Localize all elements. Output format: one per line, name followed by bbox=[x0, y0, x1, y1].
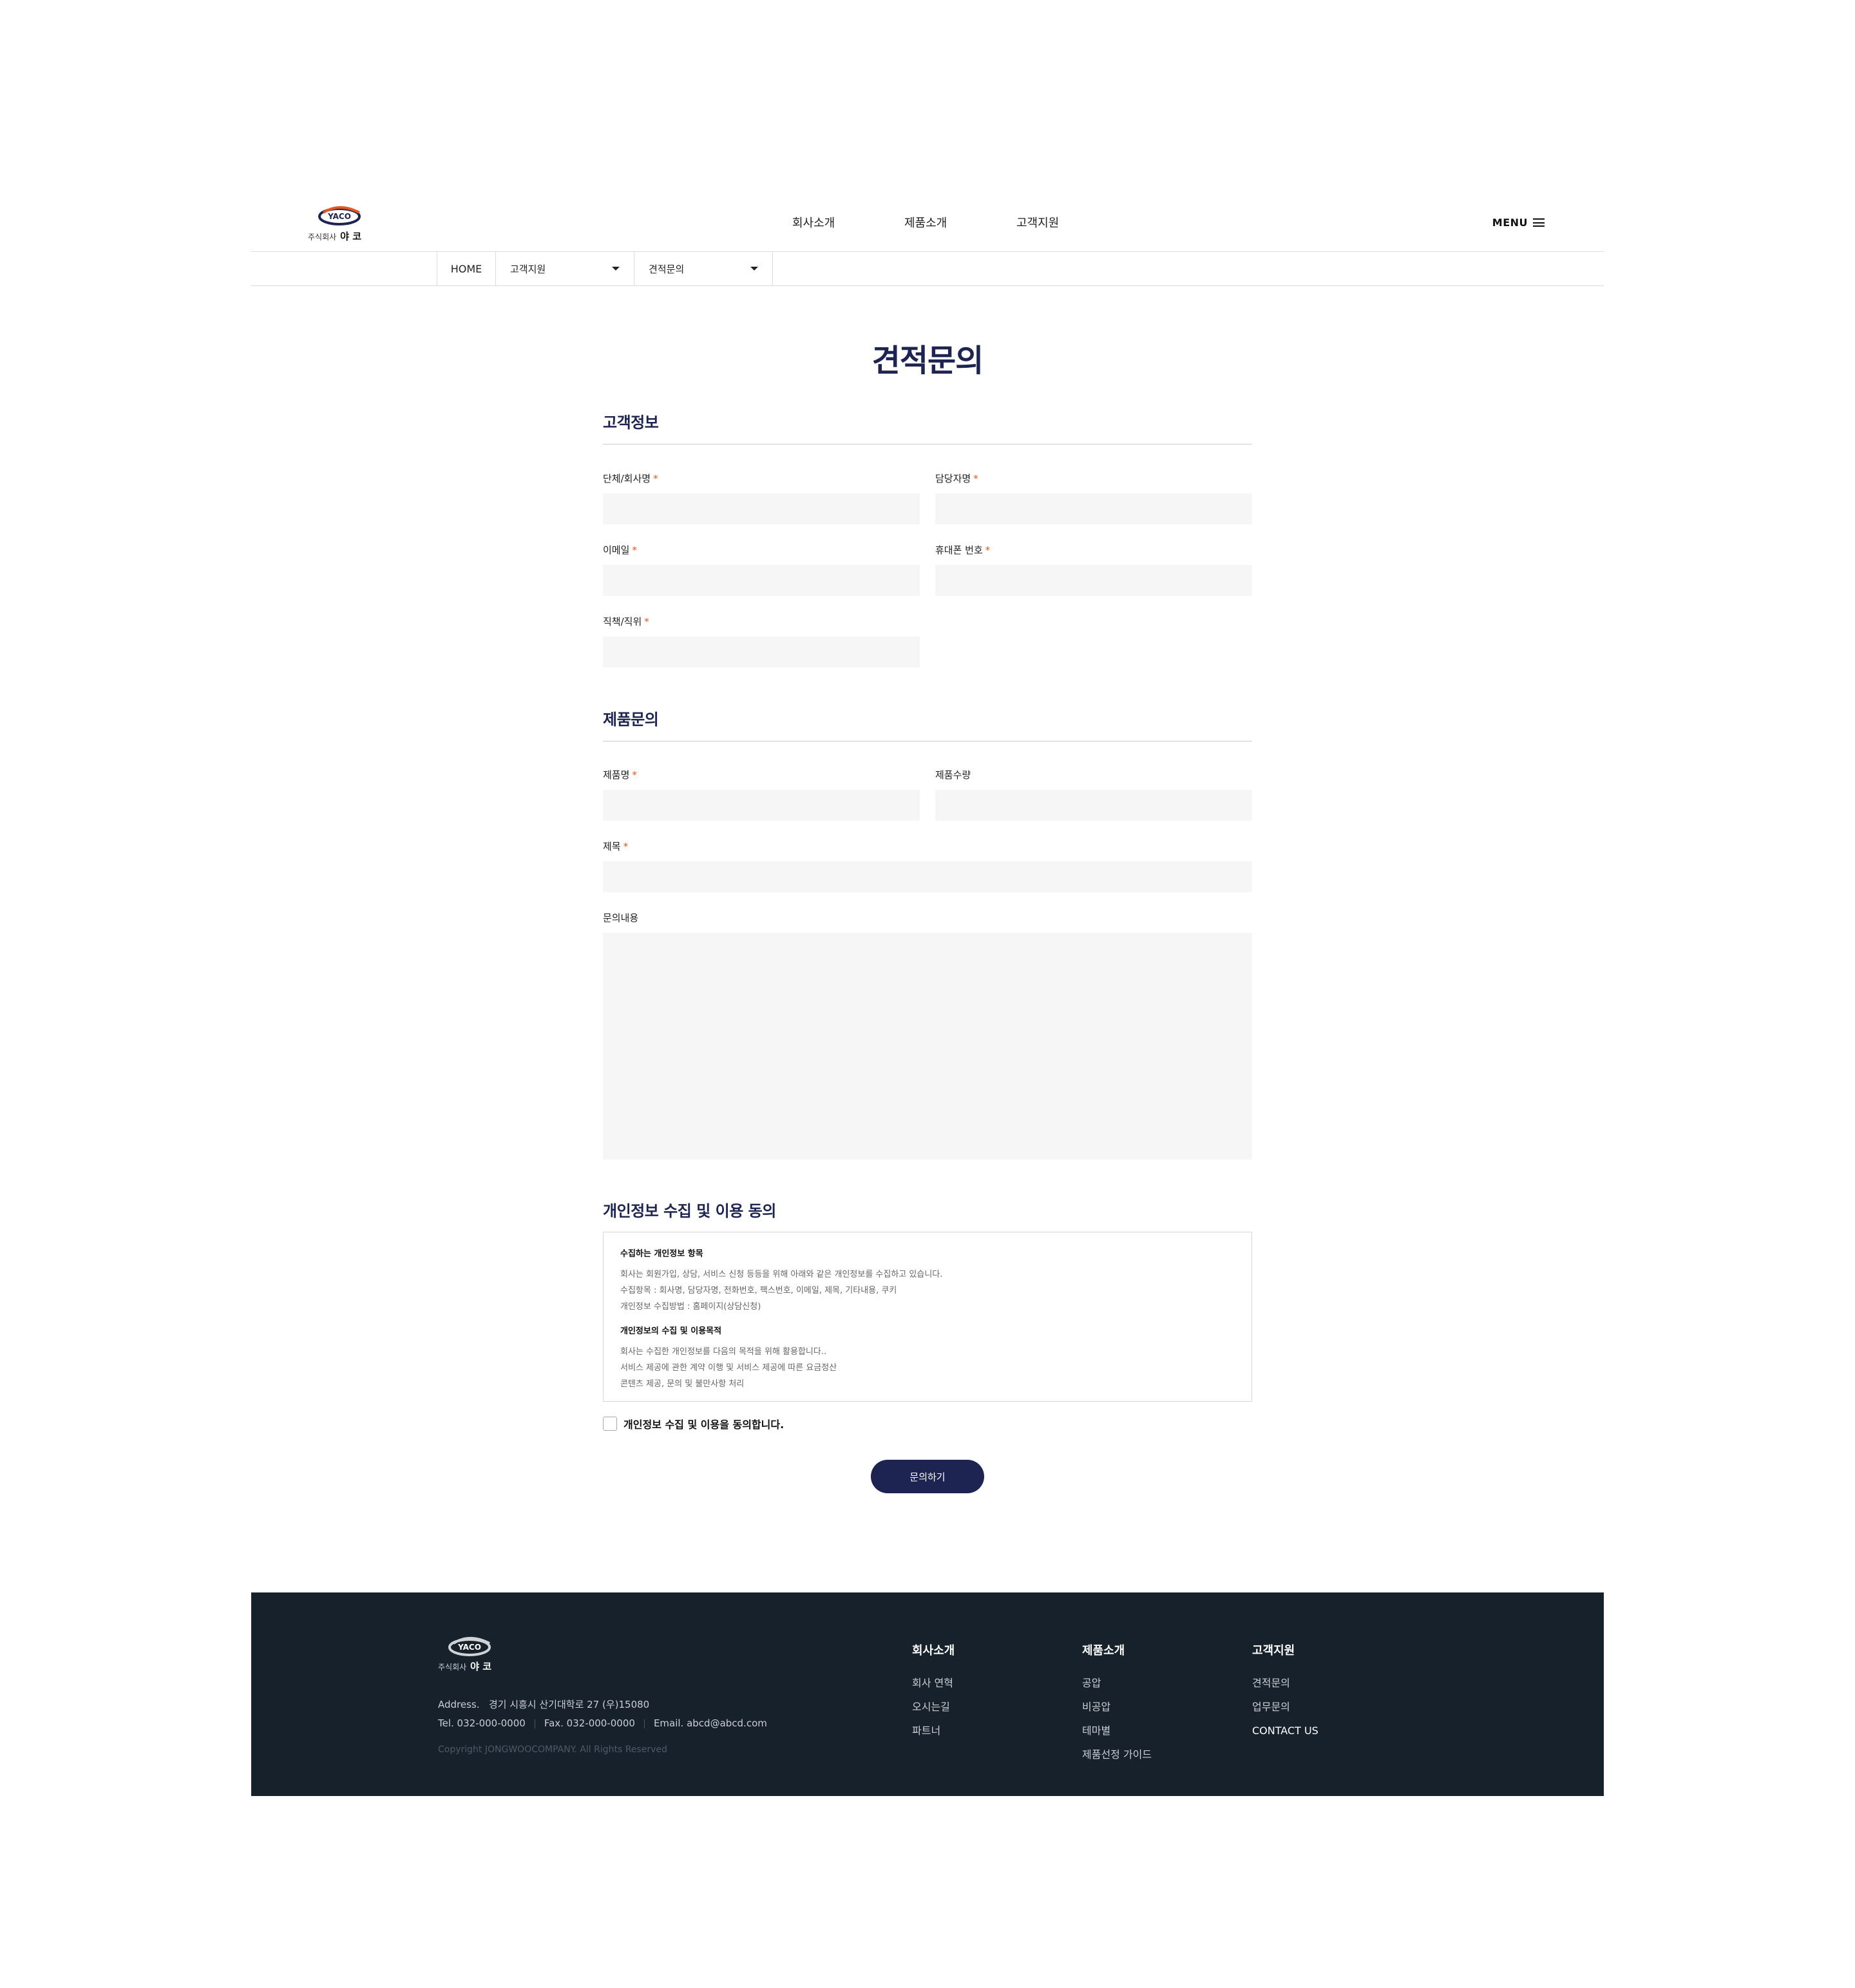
page-title: 견적문의 bbox=[871, 343, 984, 379]
logo-text: YACO bbox=[327, 212, 351, 221]
privacy-items-heading: 수집하는 개인정보 항목 bbox=[620, 1249, 703, 1259]
footer-link[interactable]: 회사 연혁 bbox=[912, 1671, 955, 1695]
privacy-items-line: 수집항목 : 회사명, 담당자명, 전화번호, 팩스번호, 이메일, 제목, 기… bbox=[620, 1286, 897, 1295]
email-text: Email. abcd@abcd.com bbox=[653, 1717, 767, 1729]
product-name-input[interactable] bbox=[603, 790, 920, 821]
footer-col-company: 회사소개 회사 연혁 오시는길 파트너 bbox=[912, 1641, 955, 1743]
site-header: YACO 주식회사 야 코 회사소개 제품소개 고객지원 MENU bbox=[251, 193, 1604, 251]
breadcrumb-bar: HOME 고객지원 견적문의 bbox=[251, 251, 1604, 286]
footer-contact-info: Address. 경기 시흥시 산기대학로 27 (우)15080 Tel. 0… bbox=[438, 1696, 767, 1733]
required-mark: * bbox=[632, 544, 637, 556]
quantity-input[interactable] bbox=[935, 790, 1252, 821]
footer-link[interactable]: 오시는길 bbox=[912, 1695, 955, 1719]
footer-col-support: 고객지원 견적문의 업무문의 CONTACT US bbox=[1252, 1641, 1318, 1743]
company-label: 단체/회사명 * bbox=[603, 473, 658, 484]
caret-down-icon bbox=[612, 267, 620, 271]
footer-link[interactable]: 업무문의 bbox=[1252, 1695, 1318, 1719]
breadcrumb-level1-label: 고객지원 bbox=[510, 263, 546, 275]
yaco-logo-icon: YACO bbox=[318, 206, 361, 225]
subject-input[interactable] bbox=[603, 861, 1252, 892]
privacy-agree-label: 개인정보 수집 및 이용을 동의합니다. bbox=[623, 1419, 785, 1431]
breadcrumb: HOME 고객지원 견적문의 bbox=[437, 252, 773, 285]
breadcrumb-level1-select[interactable]: 고객지원 bbox=[496, 252, 634, 285]
breadcrumb-level2-select[interactable]: 견적문의 bbox=[634, 252, 773, 285]
breadcrumb-level2-label: 견적문의 bbox=[649, 263, 685, 275]
tel-text: Tel. 032-000-0000 bbox=[438, 1717, 526, 1729]
submit-inquiry-button[interactable]: 문의하기 bbox=[871, 1460, 984, 1493]
footer-link[interactable]: 비공압 bbox=[1082, 1695, 1152, 1719]
nav-item-support[interactable]: 고객지원 bbox=[1016, 214, 1128, 231]
company-name: 야 코 bbox=[340, 231, 361, 242]
subject-label: 제목 * bbox=[603, 841, 629, 852]
footer-link[interactable]: 공압 bbox=[1082, 1671, 1152, 1695]
company-prefix: 주식회사 bbox=[438, 1663, 467, 1672]
phone-label: 휴대폰 번호 * bbox=[935, 544, 991, 556]
phone-input[interactable] bbox=[935, 565, 1252, 596]
required-mark: * bbox=[973, 473, 978, 484]
product-inquiry-title: 제품문의 bbox=[603, 707, 1252, 741]
footer-col-title: 고객지원 bbox=[1252, 1644, 1295, 1658]
product-inquiry-section: 제품문의 bbox=[603, 707, 1252, 741]
content-textarea[interactable] bbox=[603, 933, 1252, 1160]
footer-link[interactable]: 견적문의 bbox=[1252, 1671, 1318, 1695]
company-prefix: 주식회사 bbox=[308, 233, 337, 242]
copyright-text: Copyright JONGWOOCOMPANY. All Rights Res… bbox=[438, 1744, 667, 1755]
customer-info-section: 고객정보 bbox=[603, 410, 1252, 444]
menu-button[interactable]: MENU bbox=[1492, 216, 1545, 229]
privacy-items-line: 개인정보 수집방법 : 홈페이지(상담신청) bbox=[620, 1302, 761, 1312]
fax-text: Fax. 032-000-0000 bbox=[544, 1717, 635, 1729]
footer-link[interactable]: 파트너 bbox=[912, 1719, 955, 1743]
privacy-purpose-heading: 개인정보의 수집 및 이용목적 bbox=[620, 1326, 722, 1336]
product-name-label: 제품명 * bbox=[603, 769, 637, 781]
footer-link[interactable]: 제품선정 가이드 bbox=[1082, 1743, 1152, 1766]
position-input[interactable] bbox=[603, 636, 920, 667]
manager-label: 담당자명 * bbox=[935, 473, 978, 484]
footer-link-contact-us[interactable]: CONTACT US bbox=[1252, 1719, 1318, 1743]
nav-item-products[interactable]: 제품소개 bbox=[904, 214, 1016, 231]
manager-input[interactable] bbox=[935, 493, 1252, 524]
footer-link[interactable]: 테마별 bbox=[1082, 1719, 1152, 1743]
caret-down-icon bbox=[750, 267, 758, 271]
breadcrumb-home[interactable]: HOME bbox=[437, 252, 496, 285]
privacy-agree-checkbox[interactable]: 개인정보 수집 및 이용을 동의합니다. bbox=[603, 1416, 784, 1431]
email-input[interactable] bbox=[603, 565, 920, 596]
menu-label: MENU bbox=[1492, 216, 1528, 229]
footer-col-title: 회사소개 bbox=[912, 1644, 955, 1658]
content-label: 문의내용 bbox=[603, 912, 639, 924]
footer-col-title: 제품소개 bbox=[1082, 1644, 1125, 1658]
address-text: 경기 시흥시 산기대학로 27 (우)15080 bbox=[488, 1699, 650, 1710]
hamburger-icon bbox=[1533, 218, 1545, 227]
site-footer: YACO 주식회사 야 코 Address. 경기 시흥시 산기대학로 27 (우… bbox=[251, 1592, 1604, 1796]
brand-logo[interactable]: YACO 주식회사 야 코 bbox=[308, 204, 366, 242]
email-label: 이메일 * bbox=[603, 544, 637, 556]
required-mark: * bbox=[985, 544, 991, 556]
privacy-title: 개인정보 수집 및 이용 동의 bbox=[603, 1202, 776, 1220]
footer-col-products: 제품소개 공압 비공압 테마별 제품선정 가이드 bbox=[1082, 1641, 1152, 1766]
nav-item-company[interactable]: 회사소개 bbox=[792, 214, 904, 231]
privacy-purpose-line: 회사는 수집한 개인정보를 다음의 목적을 위해 활용합니다.. bbox=[620, 1347, 827, 1357]
checkbox-icon[interactable] bbox=[603, 1417, 617, 1431]
required-mark: * bbox=[653, 473, 658, 484]
position-label: 직책/직위 * bbox=[603, 616, 649, 627]
privacy-items-line: 회사는 회원가입, 상담, 서비스 신청 등등을 위해 아래와 같은 개인정보를… bbox=[620, 1270, 943, 1279]
company-input[interactable] bbox=[603, 493, 920, 524]
customer-info-title: 고객정보 bbox=[603, 410, 1252, 444]
footer-logo[interactable]: YACO 주식회사 야 코 bbox=[438, 1635, 496, 1672]
yaco-logo-icon: YACO bbox=[448, 1637, 491, 1656]
address-label: Address. bbox=[438, 1699, 480, 1710]
required-mark: * bbox=[623, 841, 629, 852]
quantity-label: 제품수량 bbox=[935, 769, 971, 781]
main-nav: 회사소개 제품소개 고객지원 bbox=[792, 214, 1128, 231]
required-mark: * bbox=[632, 769, 637, 781]
logo-text: YACO bbox=[457, 1643, 481, 1652]
privacy-purpose-line: 서비스 제공에 관한 계약 이행 및 서비스 제공에 따른 요금정산 bbox=[620, 1363, 837, 1373]
required-mark: * bbox=[644, 616, 649, 627]
privacy-purpose-line: 콘텐츠 제공, 문의 및 불만사항 처리 bbox=[620, 1379, 745, 1389]
company-name: 야 코 bbox=[470, 1661, 491, 1672]
privacy-terms-box[interactable]: 수집하는 개인정보 항목 회사는 회원가입, 상담, 서비스 신청 등등을 위해… bbox=[603, 1232, 1252, 1402]
